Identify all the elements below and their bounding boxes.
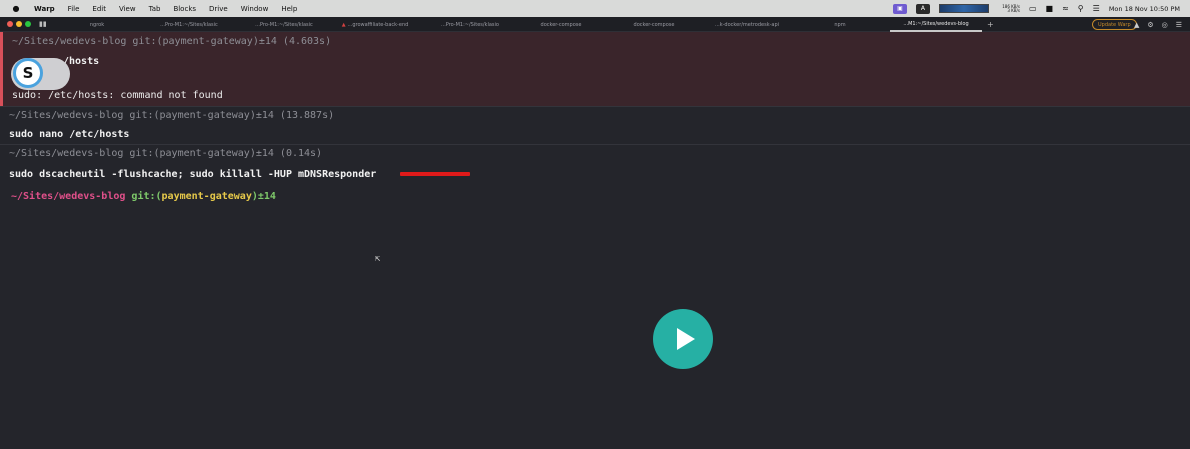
battery-icon[interactable]: ▭	[1029, 4, 1037, 13]
menu-blocks[interactable]: Blocks	[173, 5, 196, 13]
prompt-path: ~/Sites/wedevs-blog	[11, 191, 126, 202]
control-center-icon[interactable]: ☰	[1093, 4, 1100, 13]
menubar-clock[interactable]: Mon 18 Nov 10:50 PM	[1109, 5, 1180, 13]
menu-edit[interactable]: Edit	[92, 5, 106, 13]
tab-label: ...Pro-M1:~/Sites/klasic	[160, 21, 218, 28]
tab-label: ...k-docker/metrodesk-api	[714, 21, 780, 28]
active-prompt[interactable]: ~/Sites/wedevs-blog git:(payment-gateway…	[11, 191, 276, 202]
command-block[interactable]: ~/Sites/wedevs-blog git:(payment-gateway…	[0, 106, 1190, 144]
tab-9[interactable]: ...M1:~/Sites/wedevs-blog	[890, 17, 982, 32]
minimize-window-button[interactable]	[16, 21, 22, 27]
tab-8[interactable]: npm	[830, 17, 850, 32]
tab-label: ngrok	[89, 21, 105, 28]
warning-icon: ▲	[341, 21, 346, 28]
display-icon[interactable]: ■	[1046, 4, 1054, 13]
presenter-avatar: S	[13, 58, 43, 88]
cpu-graph-icon[interactable]	[938, 4, 989, 13]
block-prompt-meta: ~/Sites/wedevs-blog git:(payment-gateway…	[12, 36, 332, 47]
tab-6[interactable]: docker-compose	[628, 17, 680, 32]
menu-drive[interactable]: Drive	[209, 5, 228, 13]
toolbar-icons: ▲ ⚙ ◎ ☰	[1134, 17, 1182, 32]
wifi-icon[interactable]: ≈	[1062, 4, 1069, 13]
panel-icon[interactable]: ▮▮	[39, 20, 49, 28]
lightbulb-icon[interactable]: ◎	[1162, 21, 1168, 29]
menubar-status-area: ▣ A 186 KB/s 3 KB/s ▭ ■ ≈ ⚲ ☰ Mon 18 Nov…	[892, 0, 1180, 17]
block-prompt-meta: ~/Sites/wedevs-blog git:(payment-gateway…	[9, 148, 323, 159]
network-speed[interactable]: 186 KB/s 3 KB/s	[998, 4, 1020, 13]
tab-label: ...Pro-M1:~/Sites/klasic	[255, 21, 313, 28]
input-source-chip[interactable]: A	[915, 3, 930, 14]
tab-label: ...Pro-M1:~/Sites/klasio	[441, 21, 499, 28]
tab-bar: ▮▮ ngrok ...Pro-M1:~/Sites/klasic ...Pro-M…	[0, 17, 1190, 32]
new-tab-button[interactable]: +	[987, 17, 994, 32]
tab-2[interactable]: ...Pro-M1:~/Sites/klasic	[250, 17, 318, 32]
prompt-branch: payment-gateway	[161, 191, 252, 202]
screen-record-icon[interactable]: ▣	[892, 3, 907, 14]
command-block[interactable]: ~/Sites/wedevs-blog git:(payment-gateway…	[0, 144, 1190, 184]
tab-label: docker-compose	[633, 21, 675, 28]
menu-file[interactable]: File	[68, 5, 80, 13]
command-block-error[interactable]: ~/Sites/wedevs-blog git:(payment-gateway…	[0, 32, 1190, 106]
play-button[interactable]	[653, 309, 713, 369]
menu-tab[interactable]: Tab	[149, 5, 161, 13]
block-command: /hosts	[63, 56, 100, 67]
settings-icon[interactable]: ⚙	[1147, 21, 1153, 29]
block-prompt-meta: ~/Sites/wedevs-blog git:(payment-gateway…	[9, 110, 335, 121]
prompt-git-label: git:(	[131, 191, 162, 202]
avatar-letter: S	[22, 64, 34, 82]
block-command: sudo dscacheutil -flushcache; sudo killa…	[9, 169, 377, 180]
menu-window[interactable]: Window	[241, 5, 269, 13]
tab-1[interactable]: ...Pro-M1:~/Sites/klasic	[155, 17, 223, 32]
menu-help[interactable]: Help	[281, 5, 297, 13]
menu-view[interactable]: View	[119, 5, 136, 13]
tab-label: ...growaffiliate-back-end	[347, 21, 409, 28]
block-output: sudo: /etc/hosts: command not found	[12, 90, 223, 101]
menu-app-name[interactable]: Warp	[34, 5, 55, 13]
net-down-speed: 3 KB/s	[1007, 7, 1020, 13]
play-icon	[677, 328, 695, 350]
close-window-button[interactable]	[7, 21, 13, 27]
search-icon[interactable]: ⚲	[1078, 4, 1084, 13]
tab-0[interactable]: ngrok	[80, 17, 114, 32]
prompt-git-suffix: )±14	[251, 191, 276, 202]
zoom-window-button[interactable]	[25, 21, 31, 27]
menu-icon[interactable]: ☰	[1176, 21, 1182, 29]
tab-4[interactable]: ...Pro-M1:~/Sites/klasio	[437, 17, 503, 32]
block-command: sudo nano /etc/hosts	[9, 129, 130, 140]
tab-7[interactable]: ...k-docker/metrodesk-api	[710, 17, 784, 32]
tab-5[interactable]: docker-compose	[535, 17, 587, 32]
cursor-icon: ⇱	[375, 254, 381, 264]
drive-icon[interactable]: ▲	[1134, 21, 1139, 29]
tab-label: ...M1:~/Sites/wedevs-blog	[903, 20, 969, 27]
tab-label: docker-compose	[540, 21, 582, 28]
apple-icon[interactable]: ●	[11, 4, 21, 13]
tab-3[interactable]: ▲ ...growaffiliate-back-end	[338, 17, 412, 32]
window-controls	[7, 21, 31, 27]
update-warp-button[interactable]: Update Warp	[1092, 19, 1137, 30]
red-underline-marker	[400, 172, 470, 176]
terminal-area[interactable]: ~/Sites/wedevs-blog git:(payment-gateway…	[0, 32, 1190, 449]
tab-label: npm	[834, 21, 846, 28]
menubar: ● Warp File Edit View Tab Blocks Drive W…	[0, 0, 1190, 17]
